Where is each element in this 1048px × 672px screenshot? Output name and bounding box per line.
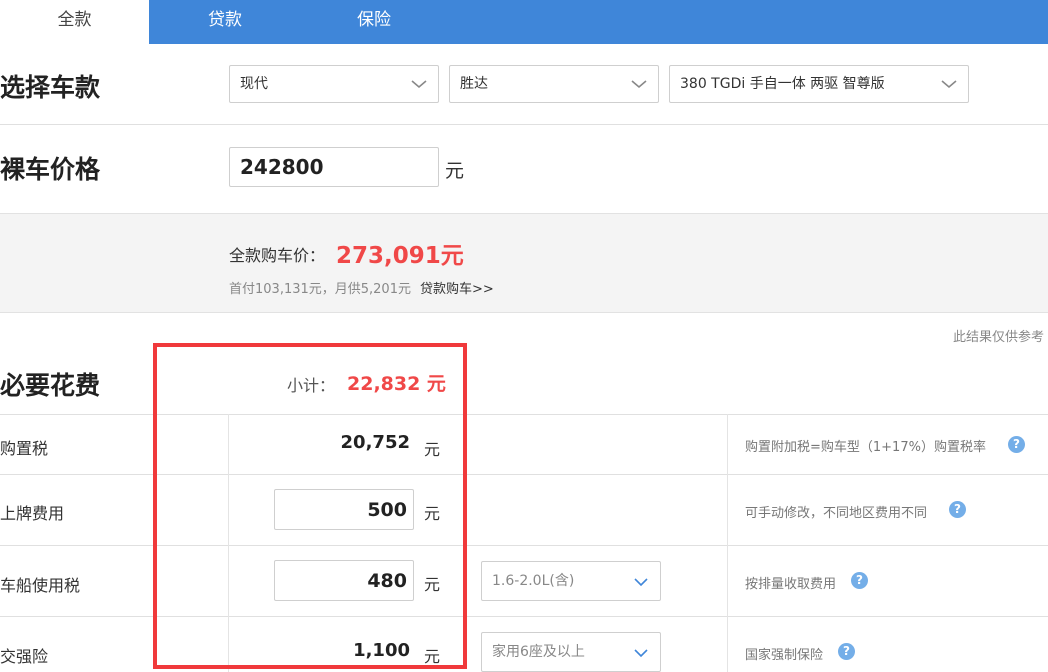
required-fees-title: 必要花费 xyxy=(0,371,101,400)
compulsory-insurance-label: 交强险 xyxy=(0,647,49,666)
loan-hint: 首付103,131元，月供5,201元 xyxy=(229,282,411,297)
total-price-value: 273,091元 xyxy=(336,243,464,269)
loan-purchase-link[interactable]: 贷款购车>> xyxy=(420,278,494,297)
highlight-box xyxy=(153,343,467,669)
chevron-down-icon xyxy=(631,80,647,89)
tab-loan[interactable]: 贷款 xyxy=(180,0,270,44)
displacement-select[interactable]: 1.6-2.0L(含) xyxy=(481,561,661,601)
chevron-down-icon xyxy=(411,80,427,89)
purchase-tax-label: 购置税 xyxy=(0,439,49,458)
divider xyxy=(0,124,1048,125)
series-select[interactable]: 胜达 xyxy=(449,65,659,103)
seat-type-select-value: 家用6座及以上 xyxy=(492,644,585,660)
chevron-down-icon xyxy=(941,80,957,89)
select-car-title: 选择车款 xyxy=(0,73,101,102)
bare-price-title: 裸车价格 xyxy=(0,155,101,184)
displacement-select-value: 1.6-2.0L(含) xyxy=(492,573,575,589)
help-icon[interactable]: ? xyxy=(851,572,868,589)
bare-price-input[interactable]: 242800 xyxy=(229,147,439,187)
bare-price-unit: 元 xyxy=(445,160,465,182)
tab-full-payment[interactable]: 全款 xyxy=(0,0,149,44)
seat-type-select[interactable]: 家用6座及以上 xyxy=(481,632,661,672)
help-icon[interactable]: ? xyxy=(949,501,966,518)
help-icon[interactable]: ? xyxy=(838,643,855,660)
help-icon[interactable]: ? xyxy=(1008,436,1025,453)
column-divider xyxy=(727,414,728,672)
registration-fee-label: 上牌费用 xyxy=(0,504,65,523)
total-price-label: 全款购车价： xyxy=(229,246,326,265)
series-select-value: 胜达 xyxy=(460,76,488,92)
compulsory-insurance-note: 国家强制保险 xyxy=(745,648,824,663)
summary-panel: 全款购车价： 273,091元 首付103,131元，月供5,201元 贷款购车… xyxy=(0,213,1048,313)
model-select-value: 380 TGDi 手自一体 两驱 智尊版 xyxy=(680,76,885,92)
purchase-tax-note: 购置附加税=购车型（1+17%）购置税率 xyxy=(745,440,986,455)
tab-bar: 全款 贷款 保险 xyxy=(0,0,1048,44)
disclaimer: 此结果仅供参考 xyxy=(952,330,1044,345)
chevron-down-icon xyxy=(634,578,648,587)
model-select[interactable]: 380 TGDi 手自一体 两驱 智尊版 xyxy=(669,65,969,103)
chevron-down-icon xyxy=(634,649,648,658)
tab-insurance[interactable]: 保险 xyxy=(329,0,419,44)
vehicle-tax-label: 车船使用税 xyxy=(0,576,81,595)
bare-price-value: 242800 xyxy=(240,155,324,179)
brand-select-value: 现代 xyxy=(240,76,268,92)
vehicle-tax-note: 按排量收取费用 xyxy=(745,577,837,592)
brand-select[interactable]: 现代 xyxy=(229,65,439,103)
registration-fee-note: 可手动修改，不同地区费用不同 xyxy=(745,506,928,521)
